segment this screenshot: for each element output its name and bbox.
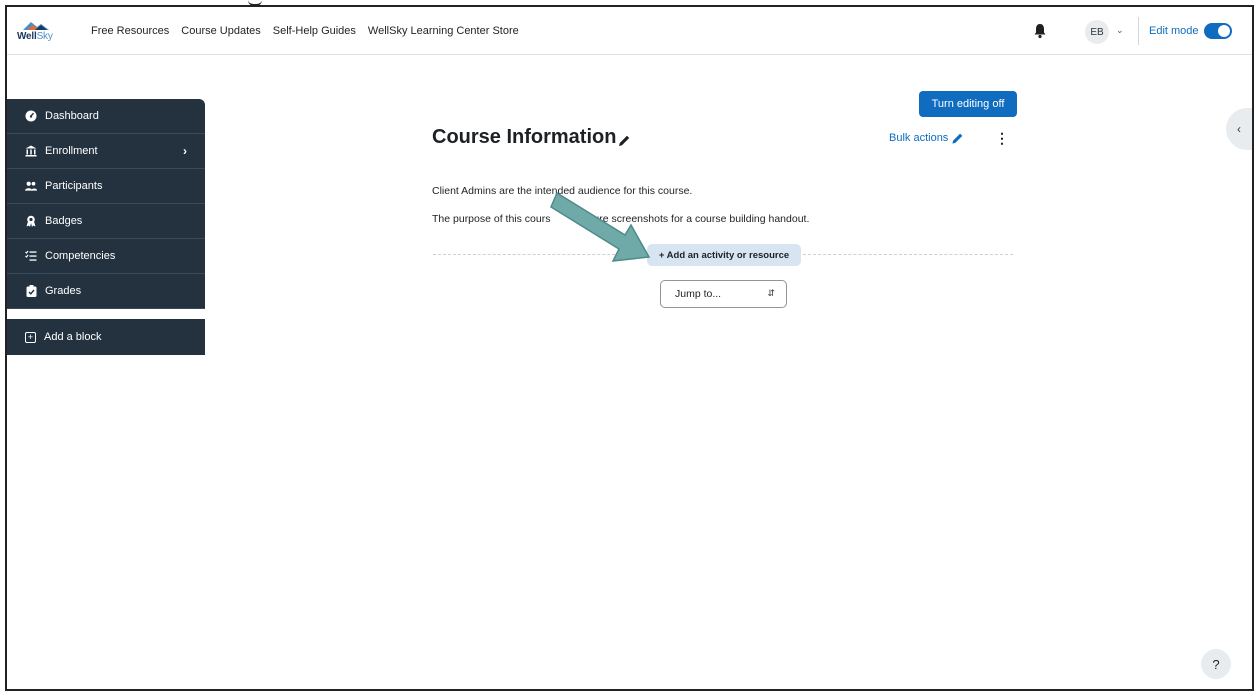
summary-text-start: The purpose of this cours <box>432 213 551 225</box>
page-frame: WellSky Free Resources Course Updates Se… <box>5 5 1254 691</box>
chevron-right-icon[interactable]: › <box>183 144 187 158</box>
nav-divider <box>1138 17 1139 45</box>
drawer-item-grades[interactable]: Grades <box>7 274 205 309</box>
course-index-drawer: Dashboard Enrollment › Participants Badg… <box>7 99 205 355</box>
nav-course-updates[interactable]: Course Updates <box>181 25 261 37</box>
chevron-down-icon[interactable]: ⌄ <box>1116 25 1124 36</box>
badge-icon <box>25 215 37 227</box>
pencil-icon[interactable] <box>617 134 631 148</box>
nav-self-help-guides[interactable]: Self-Help Guides <box>273 25 356 37</box>
drawer-item-label: Competencies <box>45 250 116 262</box>
help-button[interactable]: ? <box>1201 649 1231 679</box>
tachometer-icon <box>25 110 37 122</box>
drawer-item-dashboard[interactable]: Dashboard <box>7 99 205 134</box>
drawer-item-label: Enrollment <box>45 145 98 157</box>
primary-nav: Free Resources Course Updates Self-Help … <box>91 7 519 55</box>
drawer-item-label: Dashboard <box>45 110 99 122</box>
page-title: Course Information <box>432 126 617 148</box>
drawer-item-competencies[interactable]: Competencies <box>7 239 205 274</box>
jump-to-select[interactable]: Jump to... ⇵ <box>660 280 787 308</box>
add-block-button[interactable]: + Add a block <box>7 319 205 355</box>
drawer-item-participants[interactable]: Participants <box>7 169 205 204</box>
drawer-spacer <box>7 309 205 319</box>
nav-free-resources[interactable]: Free Resources <box>91 25 169 37</box>
top-navbar: WellSky Free Resources Course Updates Se… <box>7 7 1252 55</box>
bulk-actions-link[interactable]: Bulk actions <box>889 132 948 144</box>
drawer-item-label: Grades <box>45 285 82 297</box>
drawer-item-label: Badges <box>45 215 83 227</box>
plus-square-icon: + <box>25 331 36 343</box>
list-check-icon <box>25 250 37 262</box>
users-icon <box>25 180 37 192</box>
pencil-icon[interactable] <box>951 132 964 145</box>
section-divider-right <box>803 254 1013 255</box>
drawer-item-label: Participants <box>45 180 103 192</box>
bell-icon[interactable] <box>1033 23 1047 39</box>
edit-mode-label[interactable]: Edit mode <box>1149 25 1199 37</box>
add-block-label: Add a block <box>44 331 102 343</box>
callout-arrow <box>550 191 651 262</box>
drawer-item-enrollment[interactable]: Enrollment › <box>7 134 205 169</box>
kebab-menu-icon[interactable]: ⋮ <box>995 129 1009 147</box>
user-avatar[interactable]: EB <box>1085 20 1109 44</box>
toggle-knob <box>1218 25 1230 37</box>
logo-text: WellSky <box>17 31 53 42</box>
drawer-item-badges[interactable]: Badges <box>7 204 205 239</box>
jump-to-value: Jump to... <box>675 288 722 300</box>
nav-learning-center-store[interactable]: WellSky Learning Center Store <box>368 25 519 37</box>
grades-icon <box>25 285 37 297</box>
bank-icon <box>25 145 37 157</box>
block-drawer-toggle[interactable]: ‹ <box>1226 108 1252 150</box>
add-activity-button[interactable]: + Add an activity or resource <box>647 244 801 266</box>
edit-mode-toggle[interactable] <box>1204 23 1232 39</box>
user-initials: EB <box>1090 26 1104 38</box>
turn-editing-off-button[interactable]: Turn editing off <box>919 91 1017 117</box>
chevron-left-icon: ‹ <box>1237 122 1241 136</box>
select-caret-icon: ⇵ <box>767 288 775 298</box>
